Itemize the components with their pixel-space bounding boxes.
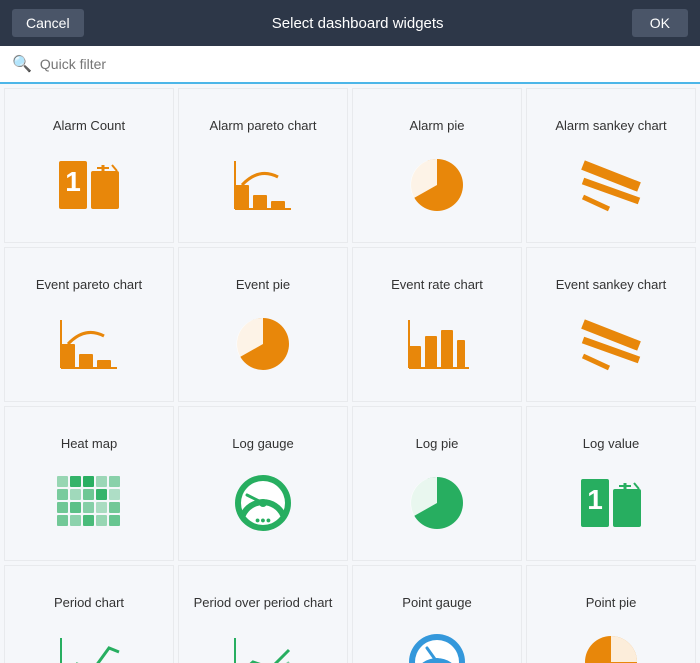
widget-cell-log-pie[interactable]: Log pie xyxy=(352,406,522,561)
widget-icon-event-pie xyxy=(227,308,299,380)
widget-label-point-gauge: Point gauge xyxy=(402,580,471,612)
widget-icon-heat-map xyxy=(53,467,125,539)
widget-grid: Alarm Count 1 Alarm pareto chart Alarm p… xyxy=(4,88,696,663)
dialog-title: Select dashboard widgets xyxy=(272,15,444,32)
widget-label-point-pie: Point pie xyxy=(586,580,637,612)
widget-label-alarm-pie: Alarm pie xyxy=(410,103,465,135)
widget-cell-point-pie[interactable]: Point pie xyxy=(526,565,696,663)
widget-cell-log-value[interactable]: Log value 1 xyxy=(526,406,696,561)
widget-cell-event-pie[interactable]: Event pie xyxy=(178,247,348,402)
widget-icon-alarm-pie xyxy=(401,149,473,221)
widget-cell-period-over-period[interactable]: Period over period chart xyxy=(178,565,348,663)
ok-button[interactable]: OK xyxy=(632,9,688,37)
widget-cell-event-rate[interactable]: Event rate chart xyxy=(352,247,522,402)
widget-icon-log-value: 1 xyxy=(575,467,647,539)
widget-icon-alarm-count: 1 xyxy=(53,149,125,221)
widget-label-event-pareto: Event pareto chart xyxy=(36,262,142,294)
widget-label-period-chart: Period chart xyxy=(54,580,124,612)
widget-grid-container: Alarm Count 1 Alarm pareto chart Alarm p… xyxy=(0,84,700,663)
widget-icon-event-rate xyxy=(401,308,473,380)
widget-label-event-pie: Event pie xyxy=(236,262,290,294)
widget-cell-event-sankey[interactable]: Event sankey chart xyxy=(526,247,696,402)
widget-icon-alarm-pareto xyxy=(227,149,299,221)
widget-icon-point-pie xyxy=(575,626,647,663)
widget-cell-point-gauge[interactable]: Point gauge xyxy=(352,565,522,663)
widget-label-event-rate: Event rate chart xyxy=(391,262,483,294)
widget-label-alarm-sankey: Alarm sankey chart xyxy=(555,103,666,135)
widget-icon-period-chart xyxy=(53,626,125,663)
svg-text:1: 1 xyxy=(587,484,603,515)
widget-cell-period-chart[interactable]: Period chart xyxy=(4,565,174,663)
svg-text:●●●: ●●● xyxy=(255,515,271,525)
widget-icon-log-gauge: ●●● xyxy=(227,467,299,539)
widget-cell-alarm-count[interactable]: Alarm Count 1 xyxy=(4,88,174,243)
widget-icon-log-pie xyxy=(401,467,473,539)
filter-bar: 🔍 xyxy=(0,46,700,84)
widget-cell-alarm-pareto[interactable]: Alarm pareto chart xyxy=(178,88,348,243)
widget-icon-alarm-sankey xyxy=(575,149,647,221)
widget-cell-event-pareto[interactable]: Event pareto chart xyxy=(4,247,174,402)
widget-label-heat-map: Heat map xyxy=(61,421,117,453)
widget-label-event-sankey: Event sankey chart xyxy=(556,262,667,294)
widget-label-log-value: Log value xyxy=(583,421,639,453)
widget-label-alarm-count: Alarm Count xyxy=(53,103,125,135)
widget-icon-event-sankey xyxy=(575,308,647,380)
search-input[interactable] xyxy=(40,56,688,72)
widget-cell-alarm-pie[interactable]: Alarm pie xyxy=(352,88,522,243)
widget-label-period-over-period: Period over period chart xyxy=(194,580,333,612)
widget-cell-log-gauge[interactable]: Log gauge ●●● xyxy=(178,406,348,561)
widget-label-log-pie: Log pie xyxy=(416,421,459,453)
widget-cell-heat-map[interactable]: Heat map xyxy=(4,406,174,561)
widget-icon-point-gauge xyxy=(401,626,473,663)
search-icon: 🔍 xyxy=(12,54,32,74)
dialog-header: Cancel Select dashboard widgets OK xyxy=(0,0,700,46)
widget-label-log-gauge: Log gauge xyxy=(232,421,293,453)
widget-label-alarm-pareto: Alarm pareto chart xyxy=(210,103,317,135)
widget-cell-alarm-sankey[interactable]: Alarm sankey chart xyxy=(526,88,696,243)
widget-icon-event-pareto xyxy=(53,308,125,380)
widget-icon-period-over-period xyxy=(227,626,299,663)
dialog: Cancel Select dashboard widgets OK 🔍 Ala… xyxy=(0,0,700,663)
svg-text:1: 1 xyxy=(65,166,81,197)
cancel-button[interactable]: Cancel xyxy=(12,9,84,37)
